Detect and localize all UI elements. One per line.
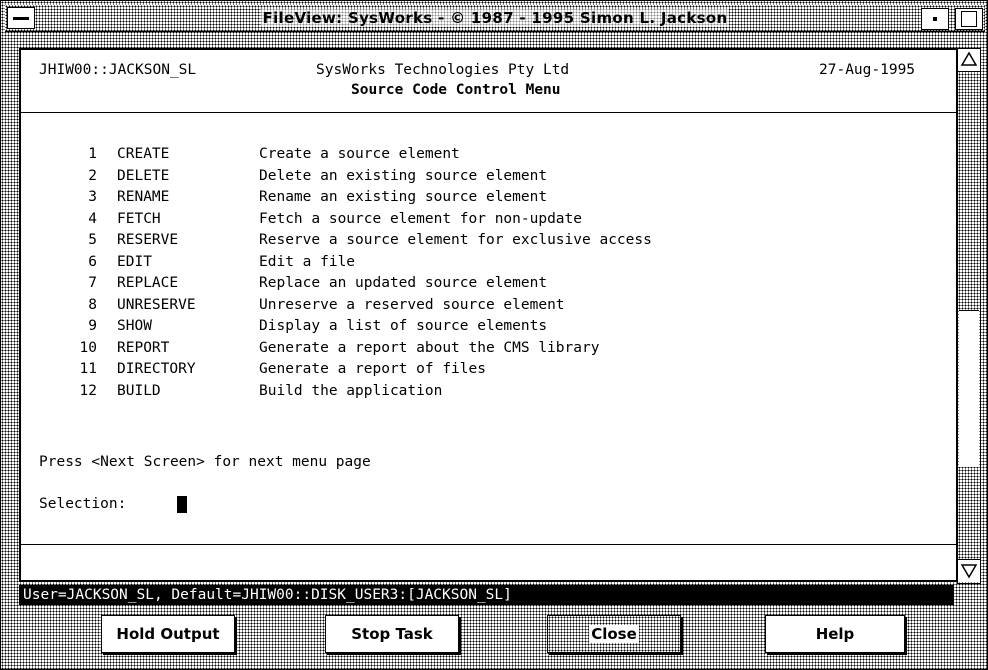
menu-item-number: 7 bbox=[88, 275, 97, 291]
menu-item-number: 8 bbox=[88, 296, 97, 313]
next-screen-hint: Press <Next Screen> for next menu page bbox=[39, 454, 371, 470]
menu-item-command: RESERVE bbox=[117, 232, 179, 248]
header-divider bbox=[21, 112, 956, 113]
menu-item-number: 9 bbox=[88, 318, 97, 334]
menu-item-number: 2 bbox=[88, 167, 97, 184]
menu-item-command: RENAME bbox=[117, 189, 170, 205]
menu-item-description: Generate a report of files bbox=[259, 361, 486, 377]
help-button[interactable]: Help bbox=[765, 615, 905, 653]
menu-item-description: Build the application bbox=[259, 382, 443, 399]
input-cursor[interactable] bbox=[177, 496, 187, 513]
close-button[interactable]: Close bbox=[547, 615, 681, 653]
menu-item-description: Generate a report about the CMS library bbox=[259, 339, 600, 356]
close-button-label: Close bbox=[589, 625, 639, 643]
menu-item-description: Unreserve a reserved source element bbox=[259, 296, 565, 313]
date-label: 27-Aug-1995 bbox=[819, 62, 916, 78]
menu-item-number: 3 bbox=[88, 189, 97, 205]
menu-item-number: 10 bbox=[79, 339, 97, 356]
maximize-icon[interactable] bbox=[955, 8, 983, 30]
menu-item-command: SHOW bbox=[117, 318, 152, 334]
menu-title: Source Code Control Menu bbox=[351, 82, 561, 98]
scroll-down-arrow-icon[interactable] bbox=[958, 559, 980, 582]
selection-label: Selection: bbox=[39, 496, 127, 512]
menu-item-number: 5 bbox=[88, 232, 97, 248]
scroll-down-arrow-glyph bbox=[960, 564, 978, 579]
menu-item-command: EDIT bbox=[117, 253, 152, 270]
menu-item-description: Edit a file bbox=[259, 253, 356, 270]
window-frame: FileView: SysWorks - © 1987 - 1995 Simon… bbox=[0, 0, 988, 670]
menu-item-command: UNRESERVE bbox=[117, 296, 196, 313]
menu-item-number: 12 bbox=[79, 382, 97, 399]
menu-item-command: REPLACE bbox=[117, 275, 179, 291]
scroll-up-arrow-icon[interactable] bbox=[958, 49, 980, 72]
node-user-label: JHIW00::JACKSON_SL bbox=[39, 62, 197, 78]
minimize-icon[interactable] bbox=[921, 8, 949, 30]
menu-item-description: Replace an updated source element bbox=[259, 275, 548, 291]
status-bar: User=JACKSON_SL, Default=JHIW00::DISK_US… bbox=[19, 585, 954, 605]
menu-item-number: 1 bbox=[88, 146, 97, 162]
stop-task-button[interactable]: Stop Task bbox=[325, 615, 459, 653]
company-name: SysWorks Technologies Pty Ltd bbox=[316, 62, 570, 78]
menu-item-description: Display a list of source elements bbox=[259, 318, 548, 334]
hold-output-button[interactable]: Hold Output bbox=[101, 615, 235, 653]
title-bar[interactable]: FileView: SysWorks - © 1987 - 1995 Simon… bbox=[5, 5, 985, 32]
menu-item-description: Reserve a source element for exclusive a… bbox=[259, 232, 652, 248]
menu-item-number: 4 bbox=[88, 210, 97, 227]
menu-item-number: 6 bbox=[88, 253, 97, 270]
menu-item-command: BUILD bbox=[117, 382, 161, 399]
vertical-scrollbar[interactable] bbox=[957, 48, 981, 584]
terminal-screen[interactable]: JHIW00::JACKSON_SL SysWorks Technologies… bbox=[19, 48, 958, 582]
menu-item-description: Fetch a source element for non-update bbox=[259, 210, 583, 227]
menu-item-command: DIRECTORY bbox=[117, 361, 196, 377]
window-title: FileView: SysWorks - © 1987 - 1995 Simon… bbox=[260, 9, 730, 27]
menu-item-number: 11 bbox=[79, 361, 97, 377]
menu-item-command: DELETE bbox=[117, 167, 170, 184]
footer-divider bbox=[21, 544, 956, 545]
scroll-up-arrow-glyph bbox=[960, 51, 978, 66]
menu-item-description: Delete an existing source element bbox=[259, 167, 548, 184]
menu-item-command: REPORT bbox=[117, 339, 170, 356]
menu-item-description: Rename an existing source element bbox=[259, 189, 548, 205]
menu-item-description: Create a source element bbox=[259, 146, 460, 162]
menu-item-command: FETCH bbox=[117, 210, 161, 227]
menu-item-command: CREATE bbox=[117, 146, 170, 162]
scrollbar-thumb[interactable] bbox=[959, 310, 979, 467]
